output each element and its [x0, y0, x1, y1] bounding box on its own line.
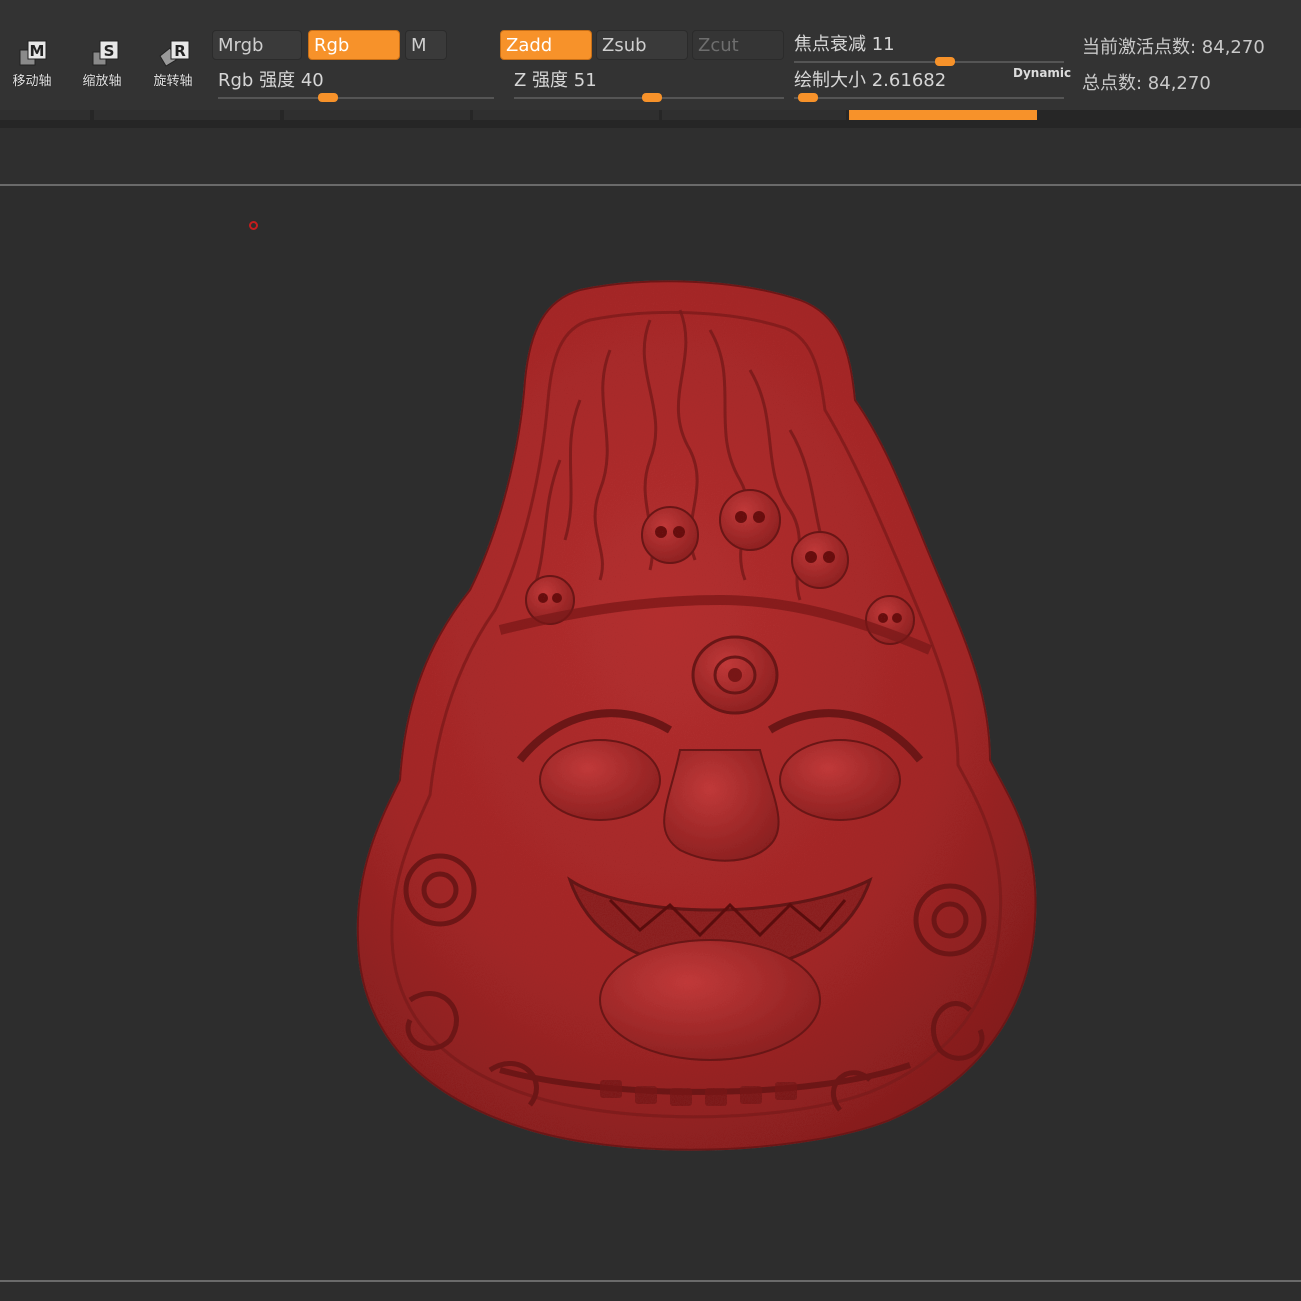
- move-axis-key: M: [30, 42, 45, 60]
- rotate-axis-key: R: [174, 42, 186, 60]
- draw-size-value: 2.61682: [871, 70, 947, 91]
- move-tool-label: 移动轴: [12, 74, 52, 89]
- focal-shift-track: [794, 61, 1064, 63]
- bottom-bar: [0, 1283, 1301, 1301]
- focal-shift-text: 焦点衰减 11: [794, 30, 895, 56]
- tab-segment[interactable]: [0, 110, 90, 120]
- focal-shift-slider[interactable]: 焦点衰减 11: [794, 30, 1064, 66]
- rgb-intensity-value: 40: [300, 70, 324, 91]
- tab-strip: [0, 110, 1301, 128]
- rgb-intensity-slider[interactable]: Rgb 强度 40: [218, 66, 494, 102]
- zcut-button[interactable]: Zcut: [692, 30, 784, 60]
- z-intensity-label: Z 强度: [514, 70, 569, 91]
- draw-size-label: 绘制大小: [794, 70, 866, 91]
- total-points-label: 总点数: [1082, 73, 1136, 94]
- mrgb-button[interactable]: Mrgb: [212, 30, 302, 60]
- tab-segment[interactable]: [284, 110, 470, 120]
- focal-shift-label: 焦点衰减: [794, 34, 866, 55]
- active-points-value: 84,270: [1201, 37, 1265, 58]
- top-toolbar: M 移动轴 S 缩放轴 R 旋转轴 Mrgb Rgb M Rgb 强度 40 Z…: [0, 0, 1301, 110]
- z-intensity-value: 51: [573, 70, 597, 91]
- zadd-button[interactable]: Zadd: [500, 30, 592, 60]
- zbrush-app: M 移动轴 S 缩放轴 R 旋转轴 Mrgb Rgb M Rgb 强度 40 Z…: [0, 0, 1301, 1301]
- scale-tool-label: 缩放轴: [82, 74, 122, 89]
- rotate-tool-label: 旋转轴: [153, 74, 193, 89]
- z-intensity-slider[interactable]: Z 强度 51: [514, 66, 784, 102]
- tab-segment[interactable]: [94, 110, 280, 120]
- rgb-button[interactable]: Rgb: [308, 30, 400, 60]
- draw-size-track: [794, 97, 1064, 99]
- z-intensity-text: Z 强度 51: [514, 66, 597, 92]
- draw-size-knob[interactable]: [797, 93, 818, 102]
- tab-segment[interactable]: [662, 110, 846, 120]
- total-points-value: 84,270: [1147, 73, 1211, 94]
- tab-segment-active[interactable]: [849, 110, 1037, 120]
- rgb-intensity-track: [218, 97, 494, 99]
- brush-cursor-icon: [249, 221, 258, 230]
- active-points-info: 当前激活点数: 84,270: [1082, 37, 1265, 58]
- rgb-intensity-label: Rgb 强度: [218, 70, 296, 91]
- dynamic-toggle[interactable]: Dynamic: [1013, 66, 1071, 80]
- m-button[interactable]: M: [405, 30, 447, 60]
- zsub-button[interactable]: Zsub: [596, 30, 688, 60]
- scale-axis-key: S: [104, 42, 115, 60]
- rgb-intensity-knob[interactable]: [318, 93, 339, 102]
- move-tool-button[interactable]: M 移动轴: [4, 38, 60, 90]
- scale-tool-button[interactable]: S 缩放轴: [74, 38, 130, 90]
- focal-shift-value: 11: [871, 34, 895, 55]
- rotate-axis-icon: R: [159, 40, 190, 67]
- z-intensity-knob[interactable]: [641, 93, 662, 102]
- rotate-tool-button[interactable]: R 旋转轴: [145, 38, 201, 90]
- active-points-label: 当前激活点数: [1082, 37, 1190, 58]
- move-axis-icon: M: [19, 40, 47, 66]
- draw-size-text: 绘制大小 2.61682: [794, 66, 946, 92]
- sculpted-pendant-model[interactable]: [350, 280, 1050, 1160]
- scale-axis-icon: S: [92, 40, 119, 66]
- canvas-bottom-divider: [0, 1280, 1301, 1282]
- focal-shift-knob[interactable]: [935, 57, 956, 66]
- tab-segment[interactable]: [473, 110, 659, 120]
- total-points-info: 总点数: 84,270: [1082, 73, 1211, 94]
- rgb-intensity-text: Rgb 强度 40: [218, 66, 324, 92]
- sub-toolbar: [0, 128, 1301, 184]
